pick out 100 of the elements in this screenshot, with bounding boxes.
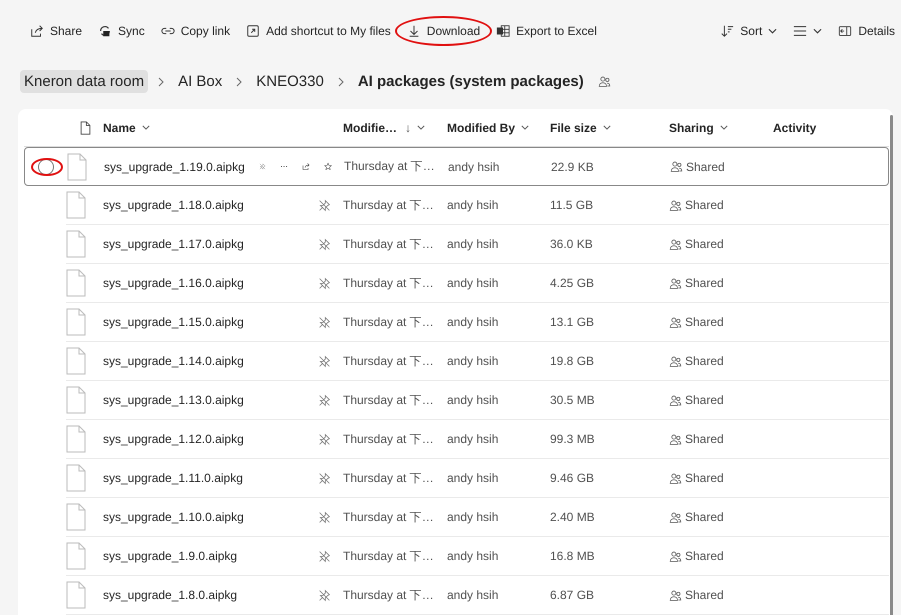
pin-icon[interactable] — [318, 316, 331, 328]
sync-icon — [98, 24, 112, 38]
modified-by-cell-text: andy hsih — [447, 510, 500, 524]
file-row[interactable]: sys_upgrade_1.12.0.aipkg Thursday at 下… andy hsih 99.3 MB Shared — [66, 420, 889, 459]
column-header[interactable]: File size — [550, 120, 669, 134]
file-icon — [66, 191, 86, 219]
people-icon — [669, 238, 682, 250]
pin-icon[interactable] — [318, 550, 331, 562]
toolbar-button[interactable]: Share — [24, 20, 88, 42]
modified-cell-text: Thursday at 下… — [343, 430, 435, 448]
breadcrumb-item[interactable]: Kneron data room — [20, 70, 148, 93]
column-header[interactable]: Modifie… ↓ — [343, 120, 447, 134]
file-row[interactable]: sys_upgrade_1.19.0.aipkg Thursday at 下… andy hsih 22.9 KB Shared — [24, 147, 889, 186]
file-name[interactable]: sys_upgrade_1.15.0.aipkg — [103, 315, 244, 329]
pin-icon[interactable] — [318, 276, 331, 290]
file-row[interactable]: sys_upgrade_1.13.0.aipkg Thursday at 下… andy hsih 30.5 MB Shared — [66, 381, 889, 420]
toolbar-button[interactable]: Details — [832, 20, 901, 42]
file-name[interactable]: sys_upgrade_1.18.0.aipkg — [103, 198, 244, 212]
pin-icon[interactable] — [318, 198, 331, 212]
file-row[interactable]: sys_upgrade_1.15.0.aipkg Thursday at 下… andy hsih 13.1 GB Shared — [66, 303, 889, 342]
pin-icon[interactable] — [318, 238, 331, 250]
file-size-cell-text: 4.25 GB — [550, 276, 596, 290]
sort-icon — [720, 24, 734, 38]
file-name[interactable]: sys_upgrade_1.8.0.aipkg — [103, 588, 238, 602]
file-icon — [66, 269, 86, 297]
file-name[interactable]: sys_upgrade_1.17.0.aipkg — [103, 237, 244, 251]
file-size-cell-text: 13.1 GB — [550, 315, 596, 329]
sharing-status: Shared — [685, 549, 724, 563]
file-icon — [66, 386, 86, 414]
file-name[interactable]: sys_upgrade_1.14.0.aipkg — [103, 354, 244, 368]
row-checkbox[interactable] — [38, 158, 54, 174]
column-header[interactable]: Activity — [773, 120, 889, 134]
list-view-icon — [793, 24, 808, 38]
file-icon — [66, 503, 86, 531]
breadcrumb-item[interactable]: KNEO330 — [252, 70, 328, 93]
file-row[interactable]: sys_upgrade_1.9.0.aipkg Thursday at 下… andy hsih 16.8 MB Shared — [66, 537, 889, 576]
modified-by-cell-text: andy hsih — [447, 315, 500, 329]
file-row[interactable]: sys_upgrade_1.16.0.aipkg Thursday at 下… andy hsih 4.25 GB Shared — [66, 264, 889, 303]
breadcrumb-item[interactable]: AI packages (system packages) — [354, 70, 588, 93]
file-name[interactable]: sys_upgrade_1.19.0.aipkg — [104, 160, 245, 174]
file-name[interactable]: sys_upgrade_1.16.0.aipkg — [103, 276, 244, 290]
people-icon — [669, 276, 682, 290]
modified-by-cell-text: andy hsih — [447, 198, 500, 212]
toolbar-button[interactable]: Sync — [92, 20, 151, 42]
pin-icon[interactable] — [318, 354, 331, 368]
modified-cell-text: Thursday at 下… — [343, 352, 435, 370]
modified-by-cell-text: andy hsih — [447, 354, 500, 368]
file-icon — [66, 542, 86, 570]
modified-by-cell-text: andy hsih — [447, 237, 500, 251]
people-icon — [670, 160, 683, 173]
pin-icon[interactable] — [318, 432, 331, 446]
file-icon — [66, 464, 86, 492]
column-header[interactable]: Sharing — [669, 120, 773, 134]
file-name[interactable]: sys_upgrade_1.11.0.aipkg — [103, 471, 243, 485]
sharing-status: Shared — [685, 237, 724, 251]
file-name[interactable]: sys_upgrade_1.9.0.aipkg — [103, 549, 238, 563]
toolbar-button[interactable]: Copy link — [154, 20, 236, 42]
sharing-status: Shared — [685, 315, 724, 329]
pin-icon[interactable] — [318, 394, 331, 406]
spreadsheet-icon — [496, 24, 510, 38]
modified-by-cell-text: andy hsih — [447, 588, 500, 602]
file-size-cell-text: 2.40 MB — [550, 510, 596, 524]
toolbar-button[interactable]: Export to Excel — [490, 20, 603, 42]
file-row[interactable]: sys_upgrade_1.11.0.aipkg Thursday at 下… andy hsih 9.46 GB Shared — [66, 459, 889, 498]
file-row[interactable]: sys_upgrade_1.8.0.aipkg Thursday at 下… andy hsih 6.87 GB Shared — [66, 576, 889, 615]
people-icon — [669, 472, 682, 484]
share-icon — [30, 24, 44, 38]
file-row[interactable]: sys_upgrade_1.17.0.aipkg Thursday at 下… andy hsih 36.0 KB Shared — [66, 225, 889, 264]
pin-icon[interactable] — [318, 472, 331, 484]
chevron-icon — [338, 76, 344, 86]
modified-by-cell-text: andy hsih — [447, 549, 500, 563]
people-icon — [669, 394, 682, 406]
shortcut-icon — [246, 24, 260, 38]
pin-icon[interactable] — [318, 588, 331, 602]
toolbar-button[interactable]: Download — [400, 20, 486, 42]
toolbar-button[interactable]: Sort — [714, 20, 784, 42]
column-header[interactable]: Modified By — [447, 120, 550, 134]
toolbar-button[interactable]: Add shortcut to My files — [240, 20, 397, 42]
file-name[interactable]: sys_upgrade_1.13.0.aipkg — [103, 393, 244, 407]
people-icon — [669, 550, 682, 562]
file-size-cell-text: 11.5 GB — [550, 198, 594, 212]
file-name[interactable]: sys_upgrade_1.12.0.aipkg — [103, 432, 244, 446]
chevron-icon — [236, 76, 242, 86]
file-icon — [66, 425, 86, 453]
file-row[interactable]: sys_upgrade_1.18.0.aipkg Thursday at 下… andy hsih 11.5 GB Shared — [66, 186, 889, 225]
file-row[interactable]: sys_upgrade_1.14.0.aipkg Thursday at 下… andy hsih 19.8 GB Shared — [66, 342, 889, 381]
modified-cell-text: Thursday at 下… — [343, 314, 435, 330]
pin-icon[interactable] — [318, 510, 331, 524]
modified-cell-text: Thursday at 下… — [344, 158, 436, 175]
file-name[interactable]: sys_upgrade_1.10.0.aipkg — [103, 510, 244, 524]
scrollbar[interactable] — [890, 115, 893, 615]
file-row[interactable]: sys_upgrade_1.10.0.aipkg Thursday at 下… andy hsih 2.40 MB Shared — [66, 498, 889, 537]
breadcrumb-item[interactable]: AI Box — [174, 70, 226, 93]
file-size-cell-text: 9.46 GB — [550, 471, 596, 485]
modified-cell-text: Thursday at 下… — [343, 470, 435, 486]
sharing-status: Shared — [685, 588, 724, 602]
sharing-status: Shared — [685, 471, 724, 485]
modified-cell-text: Thursday at 下… — [343, 586, 435, 604]
file-type-icon — [80, 120, 91, 134]
column-header[interactable]: Name — [103, 120, 343, 134]
